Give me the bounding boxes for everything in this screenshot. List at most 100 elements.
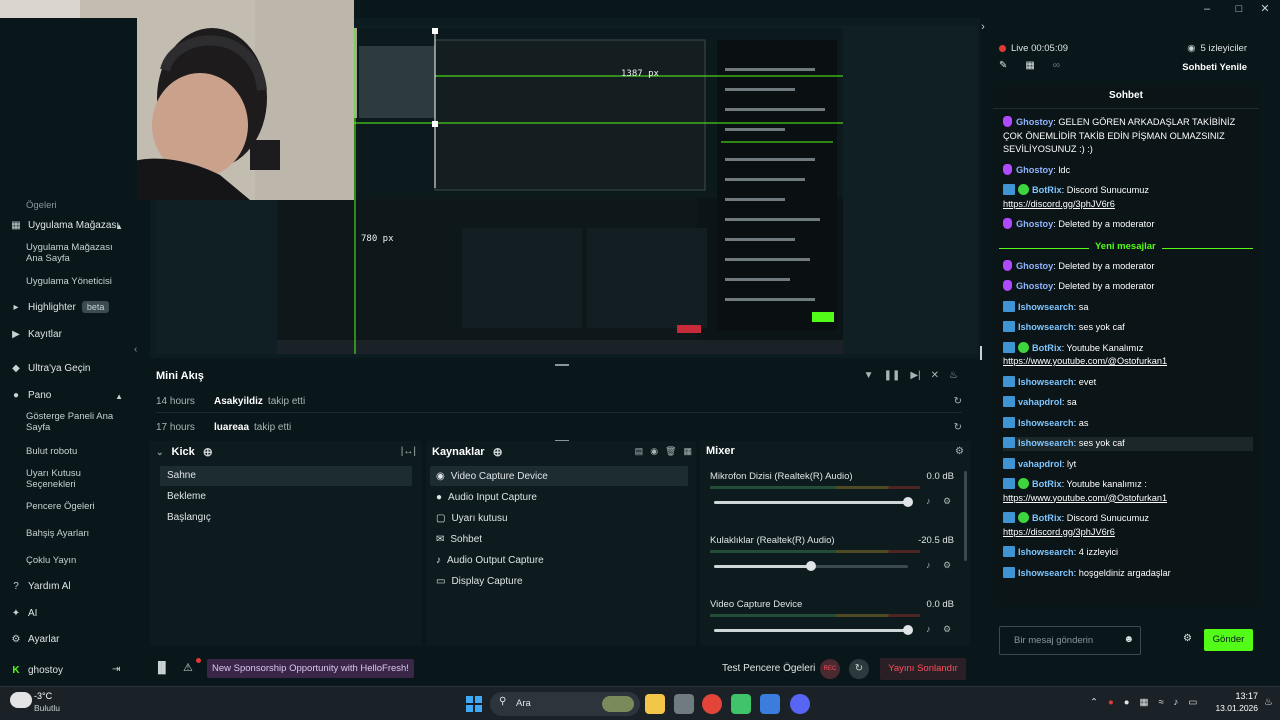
chat-username[interactable]: Ishowsearch — [1018, 377, 1074, 387]
battery-icon[interactable]: ▭ — [1188, 697, 1197, 708]
weather-icon[interactable] — [10, 692, 32, 708]
sidebar-item-cloudbot[interactable]: Bulut robotu — [26, 446, 126, 457]
skip-icon[interactable]: ▶| — [910, 370, 920, 381]
wifi-icon[interactable]: ≈ — [1158, 697, 1163, 708]
logout-icon[interactable]: ⇥ — [112, 664, 120, 675]
stats-icon[interactable]: ▐▌ — [154, 662, 170, 674]
sidebar-item-ai[interactable]: ✦ AI — [10, 607, 38, 619]
duplicate-icon[interactable]: ▦ — [683, 446, 692, 457]
chat-username[interactable]: BotRix — [1032, 479, 1062, 489]
gear-icon[interactable]: ⚙ — [955, 446, 964, 457]
replay-icon[interactable]: ↻ — [954, 396, 962, 407]
notifications-icon[interactable]: ♨ — [1264, 697, 1273, 708]
sidebar-item-app-manager[interactable]: Uygulama Yöneticisi — [26, 276, 126, 287]
speaker-icon[interactable]: ♪ — [926, 496, 931, 506]
mute-alerts-icon[interactable]: ✕ — [931, 370, 939, 381]
volume-slider[interactable] — [714, 625, 913, 635]
share-icon[interactable]: ∞ — [1053, 60, 1060, 71]
store-icon[interactable] — [674, 694, 694, 714]
chat-username[interactable]: BotRix — [1032, 343, 1062, 353]
chevron-up-icon[interactable]: ▲ — [115, 392, 123, 401]
chat-username[interactable]: BotRix — [1032, 185, 1062, 195]
close-icon[interactable]: ✕ — [1254, 2, 1276, 16]
chat-link[interactable]: https://discord.gg/3phJV6r6 — [1003, 199, 1115, 209]
app-icon[interactable] — [760, 694, 780, 714]
volume-icon[interactable]: ♪ — [1174, 697, 1179, 708]
streamlabs-icon[interactable] — [731, 694, 751, 714]
source-item[interactable]: ● Audio Input Capture — [430, 487, 688, 507]
trash-icon[interactable]: 🗑 — [665, 446, 676, 457]
chat-settings-icon[interactable]: ⚙ — [1183, 633, 1192, 644]
alert-warning-icon[interactable]: ⚠ — [183, 661, 193, 674]
filter-icon[interactable]: ▼ — [864, 370, 874, 381]
rec-button[interactable]: REC — [820, 659, 840, 679]
chat-username[interactable]: BotRix — [1032, 513, 1062, 523]
add-source-icon[interactable]: ⊕ — [493, 445, 503, 459]
folder-icon[interactable]: ▤ — [635, 446, 644, 457]
tray-app-icon[interactable]: ● — [1108, 697, 1114, 708]
sidebar-item-recordings[interactable]: ▶ Kayıtlar — [10, 328, 62, 340]
chat-username[interactable]: Ghostoy — [1016, 281, 1053, 291]
sidebar-item-highlighter[interactable]: ▸ Highlighter beta — [10, 301, 110, 313]
sidebar-user[interactable]: K ghostoy — [10, 664, 63, 676]
scene-item[interactable]: Bekleme — [160, 487, 412, 507]
chat-username[interactable]: vahapdrol — [1018, 459, 1062, 469]
sidebar-item-tip-settings[interactable]: Bahşiş Ayarları — [26, 528, 126, 539]
lock-icon[interactable]: ◉ — [650, 446, 658, 457]
speaker-icon[interactable]: ♪ — [926, 560, 931, 570]
chevron-left-icon[interactable]: ‹ — [134, 344, 137, 355]
chevron-up-icon[interactable]: ▲ — [115, 222, 123, 231]
volume-knob[interactable] — [806, 561, 816, 571]
chat-username[interactable]: Ghostoy — [1016, 261, 1053, 271]
sidebar-item-dash-home[interactable]: Gösterge Paneli Ana Sayfa — [26, 411, 126, 433]
chat-link[interactable]: https://www.youtube.com/@Ostofurkan1 — [1003, 356, 1167, 366]
source-item[interactable]: ▢ Uyarı kutusu — [430, 508, 688, 528]
refresh-chat-button[interactable]: Sohbeti Yenile — [1182, 62, 1247, 73]
source-item[interactable]: ✉ Sohbet — [430, 529, 688, 549]
chat-username[interactable]: Ishowsearch — [1018, 418, 1074, 428]
chat-link[interactable]: https://discord.gg/3phJV6r6 — [1003, 527, 1115, 537]
edit-icon[interactable]: ✎ — [999, 60, 1007, 71]
end-stream-button[interactable]: Yayını Sonlandır — [880, 658, 966, 680]
scene-item[interactable]: Başlangıç — [160, 508, 412, 528]
volume-knob[interactable] — [903, 497, 913, 507]
chat-username[interactable]: Ishowsearch — [1018, 302, 1074, 312]
chat-username[interactable]: Ishowsearch — [1018, 568, 1074, 578]
volume-slider[interactable] — [714, 497, 913, 507]
sidebar-item-app-store[interactable]: ▦ Uygulama Mağazası — [10, 219, 119, 231]
tray-icon[interactable]: ▦ — [1139, 697, 1148, 708]
chat-username[interactable]: Ghostoy — [1016, 219, 1053, 229]
mixer-scrollbar[interactable] — [964, 471, 967, 561]
volume-knob[interactable] — [903, 625, 913, 635]
sidebar-item-widgets[interactable]: Pencere Ögeleri — [26, 501, 126, 512]
chat-link[interactable]: https://www.youtube.com/@Ostofurkan1 — [1003, 493, 1167, 503]
add-scene-icon[interactable]: ⊕ — [203, 445, 213, 459]
gear-icon[interactable]: ⚙ — [943, 560, 951, 571]
minimize-icon[interactable]: – — [1196, 2, 1218, 16]
file-explorer-icon[interactable] — [645, 694, 665, 714]
chat-resize-handle[interactable] — [980, 346, 982, 360]
source-item[interactable]: ♪ Audio Output Capture — [430, 550, 688, 570]
mic-icon[interactable]: ● — [1124, 697, 1130, 708]
maximize-icon[interactable]: □ — [1228, 2, 1250, 16]
speaker-icon[interactable]: ♪ — [926, 624, 931, 634]
sidebar-item-alertbox[interactable]: Uyarı Kutusu Seçenekleri — [26, 468, 126, 490]
replay-icon[interactable]: ↻ — [954, 422, 962, 433]
send-button[interactable]: Gönder — [1204, 629, 1253, 651]
test-widgets-button[interactable]: Test Pencere Ögeleri — [722, 663, 815, 674]
sidebar-item-dashboard[interactable]: ● Pano — [10, 389, 51, 401]
chrome-icon[interactable] — [702, 694, 722, 714]
source-item[interactable]: ▭ Display Capture — [430, 571, 688, 591]
chevron-up-icon[interactable]: ⌃ — [1090, 697, 1098, 708]
chat-username[interactable]: Ghostoy — [1016, 117, 1053, 127]
chat-username[interactable]: Ishowsearch — [1018, 438, 1074, 448]
scene-item-selected[interactable]: Sahne — [160, 466, 412, 486]
chat-username[interactable]: vahapdrol — [1018, 397, 1062, 407]
sidebar-truncated-item[interactable]: Ögeleri — [26, 200, 126, 211]
chat-username[interactable]: Ishowsearch — [1018, 322, 1074, 332]
sponsor-notification[interactable]: New Sponsorship Opportunity with HelloFr… — [207, 659, 414, 678]
windows-start-icon[interactable] — [466, 696, 482, 712]
volume-slider[interactable] — [714, 561, 908, 571]
gear-icon[interactable]: ⚙ — [943, 624, 951, 635]
stream-info-icon[interactable]: ▦ — [1025, 60, 1034, 71]
